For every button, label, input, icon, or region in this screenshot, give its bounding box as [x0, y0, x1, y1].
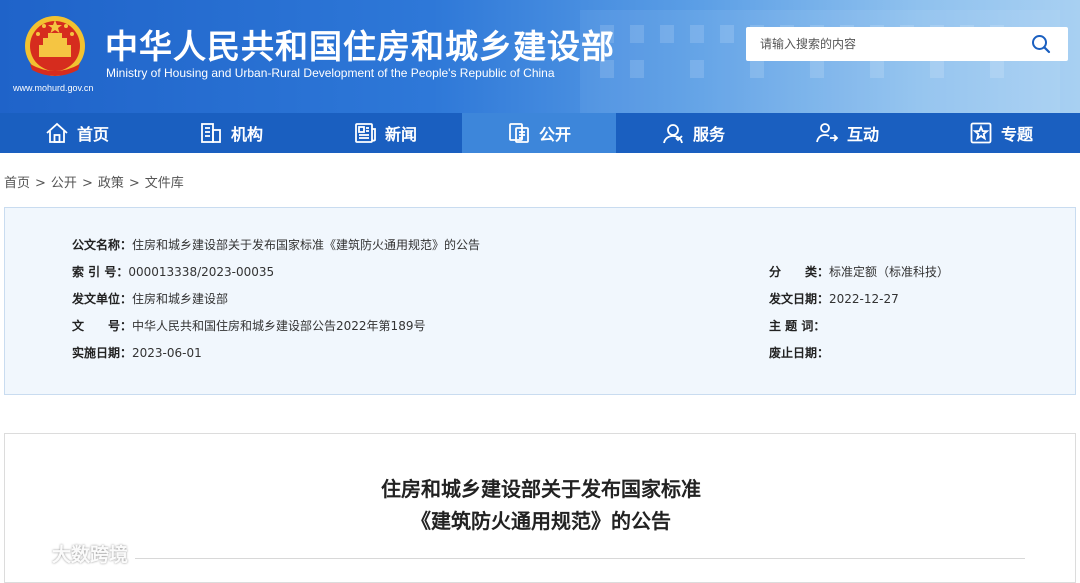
doc-no-label: 文 号：	[72, 319, 133, 333]
nav-item-public[interactable]: 公开	[462, 113, 616, 153]
home-icon	[46, 122, 68, 143]
nav-item-label: 服务	[692, 125, 725, 144]
effective-date-label: 实施日期：	[72, 346, 133, 360]
breadcrumb-file-library[interactable]: 文件库	[145, 176, 184, 191]
repeal-date-label: 废止日期：	[769, 346, 830, 360]
nav-item-label: 机构	[230, 125, 263, 144]
doc-name-label: 公文名称：	[72, 238, 133, 252]
nav-item-label: 新闻	[384, 125, 417, 144]
index-label: 索 引 号：	[72, 265, 129, 279]
breadcrumb-public[interactable]: 公开	[51, 176, 77, 191]
category-label: 分 类：	[769, 265, 830, 279]
repeal-date-row: 废止日期：	[769, 344, 829, 361]
nav-item-interaction[interactable]: 互动	[770, 113, 924, 153]
issuer-label: 发文单位：	[72, 292, 133, 306]
doc-no-value: 中华人民共和国住房和城乡建设部公告2022年第189号	[132, 319, 426, 333]
index-value: 000013338/2023-00035	[128, 265, 275, 279]
watermark: 大数跨境	[10, 540, 128, 567]
nav-item-label: 互动	[846, 125, 879, 144]
nav-item-organization[interactable]: 机构	[154, 113, 308, 153]
nav-item-news[interactable]: 新闻	[308, 113, 462, 153]
newspaper-icon	[355, 123, 376, 143]
breadcrumb-separator: >	[81, 176, 93, 191]
article-title-line-1: 住房和城乡建设部关于发布国家标准	[381, 477, 701, 501]
article-container: 住房和城乡建设部关于发布国家标准 《建筑防火通用规范》的公告	[4, 433, 1076, 583]
doc-no-row: 文 号：中华人民共和国住房和城乡建设部公告2022年第189号	[72, 317, 425, 334]
nav-item-service[interactable]: 服务	[616, 113, 770, 153]
service-icon	[663, 124, 683, 144]
nav-item-label: 专题	[1000, 125, 1033, 144]
site-url: www.mohurd.gov.cn	[13, 83, 94, 93]
keywords-row: 主 题 词：	[769, 317, 825, 334]
issuer-value: 住房和城乡建设部	[132, 292, 229, 306]
keywords-label: 主 题 词：	[769, 319, 826, 333]
breadcrumb-home[interactable]: 首页	[4, 176, 30, 191]
search-icon[interactable]	[1030, 34, 1052, 54]
effective-date-row: 实施日期：2023-06-01	[72, 344, 202, 361]
main-nav: 首页 机构 新闻 公开 服务 互动 专题	[0, 113, 1080, 153]
breadcrumb-separator: >	[35, 176, 46, 191]
nav-item-label: 公开	[538, 125, 571, 144]
category-row: 分 类：标准定额（标准科技）	[769, 263, 949, 280]
doc-name-value: 住房和城乡建设部关于发布国家标准《建筑防火通用规范》的公告	[132, 238, 481, 252]
issue-date-row: 发文日期：2022-12-27	[769, 290, 899, 307]
site-title: 中华人民共和国住房和城乡建设部	[105, 27, 615, 66]
search-input[interactable]	[746, 27, 1030, 61]
effective-date-value: 2023-06-01	[132, 346, 202, 360]
issue-date-value: 2022-12-27	[829, 292, 899, 306]
issuer-row: 发文单位：住房和城乡建设部	[72, 290, 228, 307]
star-icon	[970, 122, 992, 144]
watermark-logo-icon	[14, 545, 46, 564]
nav-item-home[interactable]: 首页	[0, 113, 154, 153]
document-icon	[509, 123, 529, 143]
nav-item-topics[interactable]: 专题	[924, 113, 1078, 153]
national-emblem-icon	[25, 16, 85, 76]
search-box	[746, 27, 1068, 61]
breadcrumb-separator: >	[128, 176, 140, 191]
doc-name-row: 公文名称：住房和城乡建设部关于发布国家标准《建筑防火通用规范》的公告	[72, 236, 480, 253]
category-value: 标准定额（标准科技）	[829, 265, 950, 279]
article-title-line-2: 《建筑防火通用规范》的公告	[411, 509, 671, 533]
nav-item-label: 首页	[76, 125, 109, 144]
site-header: www.mohurd.gov.cn 中华人民共和国住房和城乡建设部 Minist…	[0, 0, 1080, 113]
issue-date-label: 发文日期：	[769, 292, 830, 306]
article-divider	[135, 558, 1025, 559]
index-row: 索 引 号：000013338/2023-00035	[72, 263, 274, 280]
breadcrumb: 首页 > 公开 > 政策 > 文件库	[4, 172, 184, 191]
watermark-text: 大数跨境	[52, 544, 129, 566]
document-info-box: 公文名称：住房和城乡建设部关于发布国家标准《建筑防火通用规范》的公告 索 引 号…	[4, 207, 1076, 395]
interaction-icon	[816, 123, 839, 143]
breadcrumb-policy[interactable]: 政策	[98, 176, 124, 191]
building-icon	[201, 123, 221, 143]
site-title-english: Ministry of Housing and Urban-Rural Deve…	[106, 66, 555, 80]
